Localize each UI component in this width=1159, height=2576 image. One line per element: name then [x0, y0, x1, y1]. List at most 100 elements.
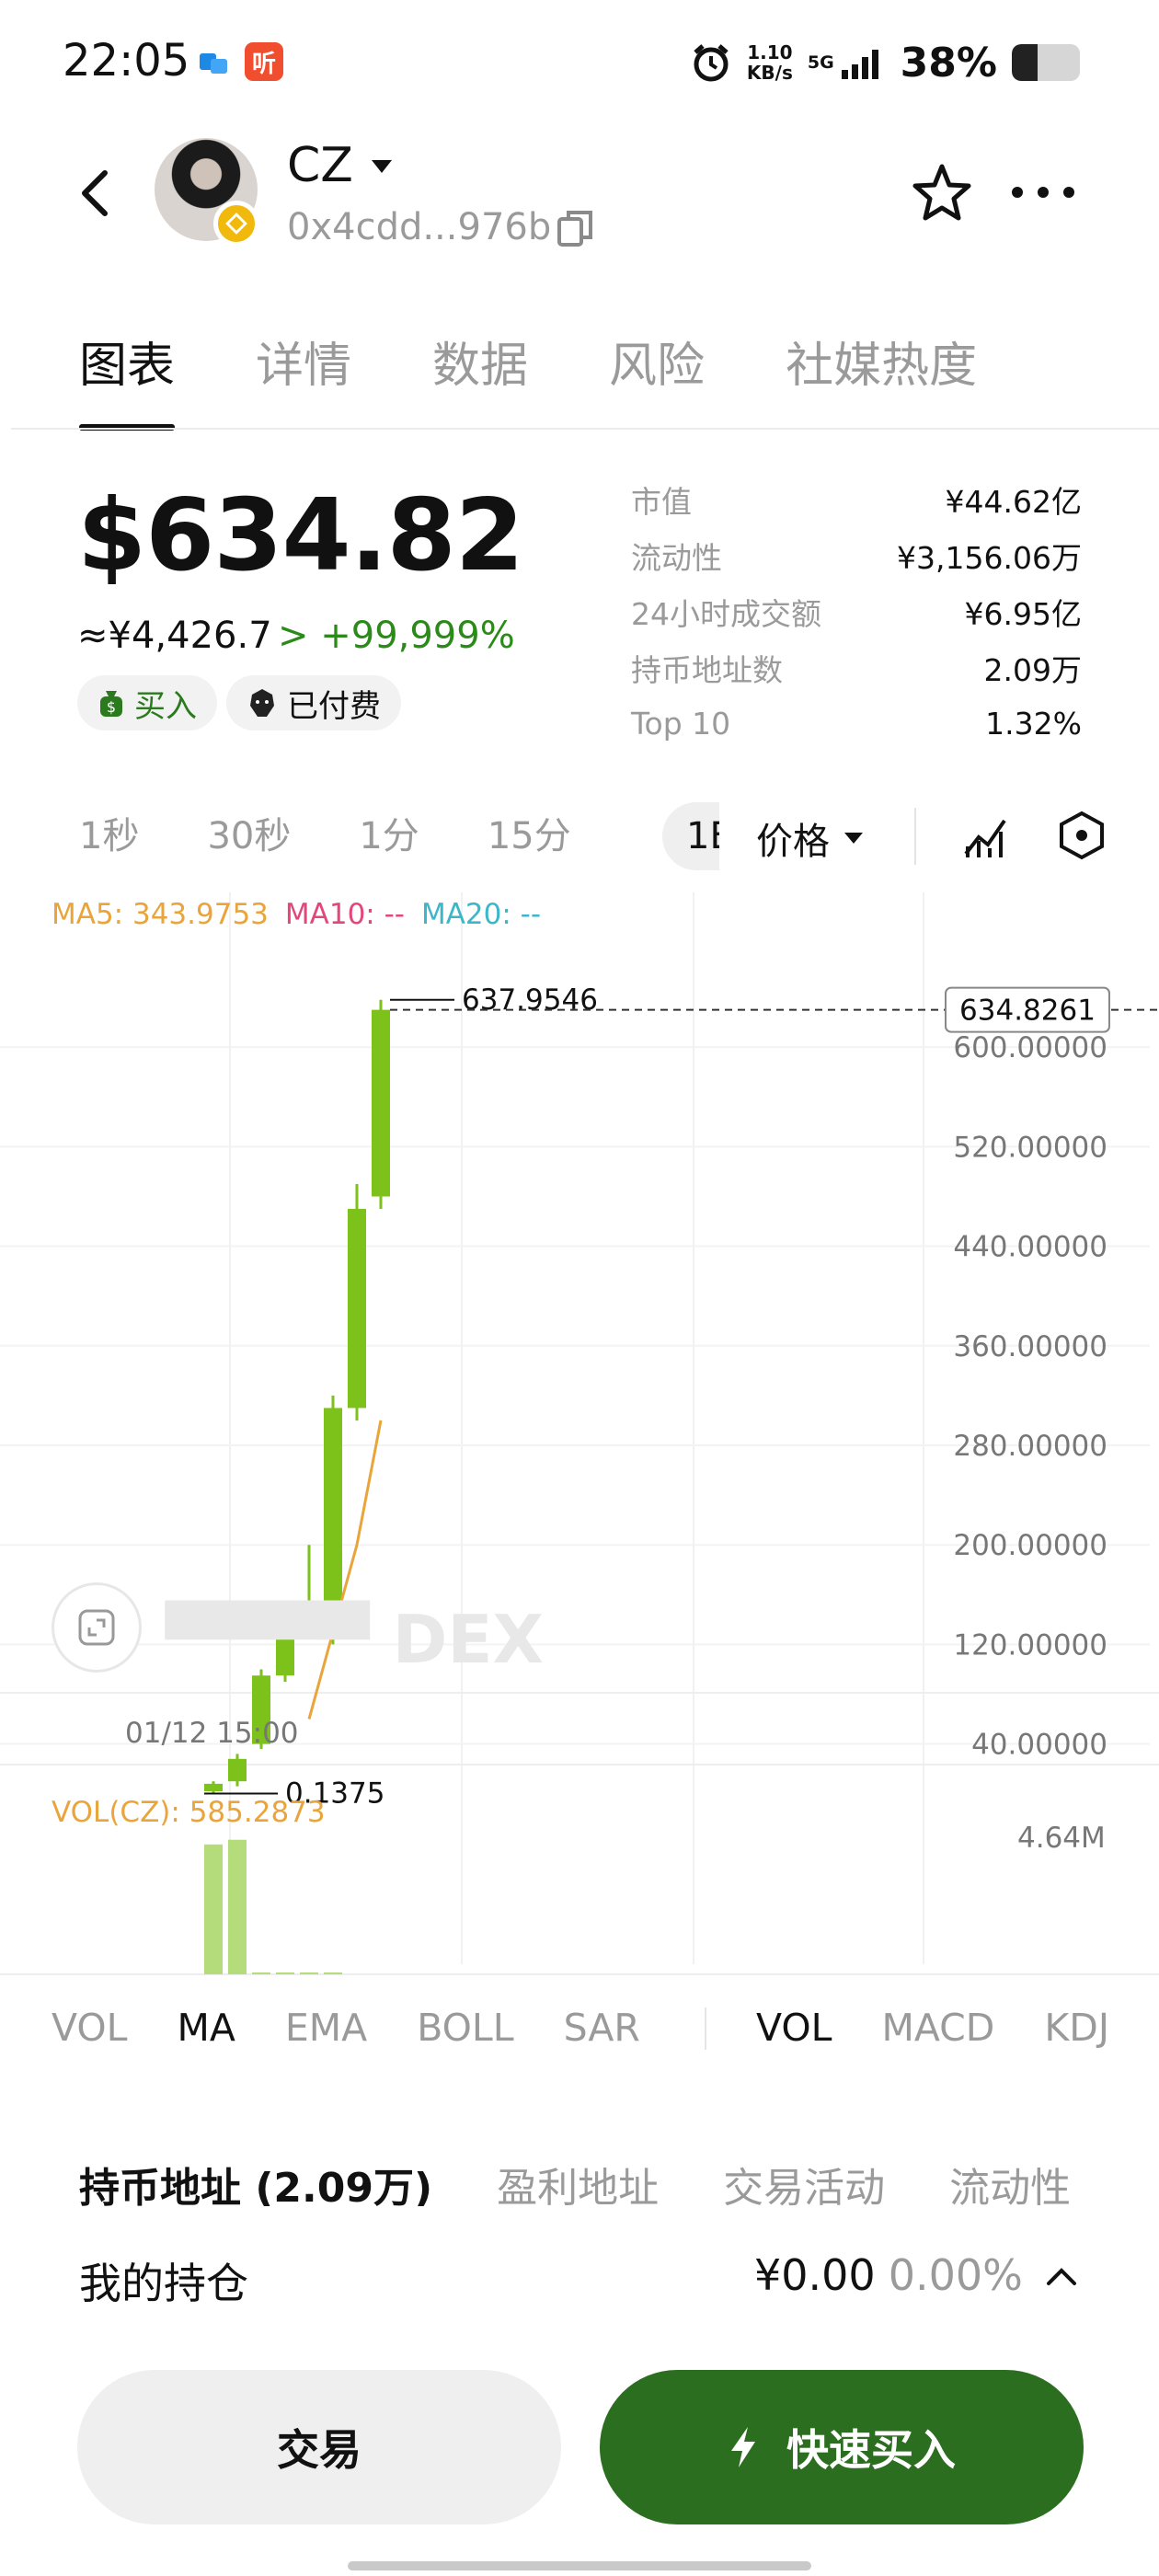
candle-body — [228, 1758, 247, 1782]
signal-label: 5G — [807, 52, 834, 73]
indicator-boll[interactable]: BOLL — [417, 2006, 513, 2050]
stat-label: Top 10 — [631, 706, 731, 742]
indicator-vol[interactable]: VOL — [52, 2006, 127, 2050]
back-arrow-icon[interactable] — [74, 166, 120, 221]
stat-label: 持币地址数 — [631, 651, 783, 688]
trade-button[interactable]: 交易 — [77, 2370, 561, 2524]
indicator-ema[interactable]: EMA — [285, 2006, 367, 2050]
buy-pill[interactable]: $ 买入 — [77, 675, 217, 730]
volume-bar — [300, 1972, 318, 1974]
x-axis-time-label: 01/12 15:00 — [125, 1717, 299, 1750]
tab-chart[interactable]: 图表 — [79, 327, 176, 431]
fullscreen-icon — [78, 1609, 115, 1646]
notification-app-icon — [200, 53, 227, 74]
battery-icon — [1012, 44, 1080, 81]
stat-volume-24h: 24小时成交额 ¥6.95亿 — [631, 583, 1082, 639]
fullscreen-button[interactable] — [52, 1582, 142, 1673]
y-axis-tick: 440.00000 — [953, 1231, 1107, 1264]
signal: 5G — [808, 44, 886, 81]
caret-down-icon[interactable] — [370, 158, 394, 175]
home-indicator — [348, 2561, 811, 2570]
tab-data[interactable]: 数据 — [432, 327, 528, 431]
main-tabs: 图表 详情 数据 风险 社媒热度 — [79, 327, 977, 431]
tab-profit-addresses[interactable]: 盈利地址 — [497, 2162, 659, 2206]
tab-liquidity[interactable]: 流动性 — [949, 2162, 1071, 2206]
settings-hex-icon[interactable] — [1056, 810, 1107, 861]
holding-value: ¥0.00 0.00% — [754, 2250, 1023, 2300]
timeframe-tabs: 1秒 30秒 1分 15分 — [79, 806, 571, 859]
stat-value: ¥6.95亿 — [964, 595, 1082, 632]
y-axis-tick: 360.00000 — [953, 1330, 1107, 1363]
money-bag-icon: $ — [100, 691, 122, 717]
holder-tabs: 持币地址 (2.09万) 盈利地址 交易活动 流动性 — [79, 2162, 1159, 2206]
status-time: 22:05 — [63, 35, 190, 86]
more-icon[interactable] — [1008, 180, 1078, 204]
stat-holders: 持币地址数 2.09万 — [631, 639, 1082, 696]
stat-top10: Top 10 1.32% — [631, 696, 1082, 752]
volume-bars — [204, 1839, 342, 1974]
timeframe-1s[interactable]: 1秒 — [79, 806, 139, 859]
chevron-up-icon[interactable] — [1043, 2261, 1080, 2289]
volume-bar — [204, 1844, 223, 1974]
indicator-chart-icon[interactable] — [960, 810, 1012, 861]
indicator-sar[interactable]: SAR — [564, 2006, 640, 2050]
token-stats: 市值 ¥44.62亿 流动性 ¥3,156.06万 24小时成交额 ¥6.95亿 持币… — [631, 471, 1082, 752]
stat-value: 1.32% — [985, 706, 1082, 742]
tab-trade-activity[interactable]: 交易活动 — [723, 2162, 885, 2206]
sub-indicator-vol[interactable]: VOL — [756, 2006, 832, 2050]
sub-indicator-macd[interactable]: MACD — [881, 2006, 994, 2050]
indicator-ma[interactable]: MA — [177, 2006, 235, 2050]
timeframe-1m[interactable]: 1分 — [359, 806, 419, 859]
svg-text:$: $ — [107, 698, 116, 716]
ma10-legend: MA10: -- — [284, 898, 405, 931]
stat-label: 市值 — [631, 483, 692, 520]
stat-value: ¥44.62亿 — [945, 483, 1082, 520]
paid-pill-label: 已付费 — [287, 687, 381, 725]
status-bar: 22:05 听 1.10 KB/s 5G 38% — [0, 0, 1159, 120]
volume-bar — [252, 1972, 270, 1974]
timeframe-15m[interactable]: 15分 — [488, 806, 571, 859]
favorite-star-icon[interactable] — [911, 162, 973, 224]
lightning-icon — [731, 2427, 755, 2467]
paid-pill[interactable]: 已付费 — [226, 675, 401, 730]
timeframe-30s[interactable]: 30秒 — [207, 806, 291, 859]
caret-down-icon — [844, 833, 863, 844]
ma20-legend: MA20: -- — [420, 898, 542, 931]
price-type-select[interactable]: 价格 — [756, 811, 865, 865]
indicator-divider — [705, 2007, 706, 2050]
candles: 637.95460.1375634.8261 — [204, 983, 1159, 1811]
notification-app-badge: 听 — [245, 42, 283, 81]
buy-pill-label: 买入 — [134, 687, 197, 725]
tab-holders[interactable]: 持币地址 (2.09万) — [79, 2162, 432, 2206]
tab-risk[interactable]: 风险 — [609, 327, 705, 431]
price-change: > +99,999% — [278, 615, 515, 657]
stat-liquidity: 流动性 ¥3,156.06万 — [631, 527, 1082, 583]
toolbar-divider — [914, 808, 916, 865]
net-speed: 1.10 KB/s — [747, 42, 793, 83]
copy-icon[interactable] — [556, 208, 596, 248]
y-axis-tick: 200.00000 — [953, 1529, 1107, 1562]
high-price-label: 637.9546 — [462, 983, 598, 1017]
volume-bar — [324, 1972, 342, 1974]
price-cny: ≈¥4,426.7 — [77, 615, 272, 657]
ma-legend: MA5: 343.9753 MA10: -- MA20: -- — [52, 898, 541, 931]
main-indicators: VOL MA EMA BOLL SAR — [52, 2006, 640, 2050]
holding-amount: ¥0.00 — [754, 2250, 876, 2300]
ma5-legend: MA5: 343.9753 — [52, 898, 269, 931]
signal-bars-icon — [841, 50, 878, 79]
stat-label: 24小时成交额 — [631, 595, 821, 632]
token-name[interactable]: CZ — [287, 138, 353, 193]
volume-bar — [276, 1972, 294, 1974]
timeframe-selected[interactable]: 1E — [662, 802, 719, 870]
stat-label: 流动性 — [631, 539, 722, 576]
current-price-tag: 634.8261 — [959, 995, 1096, 1028]
tab-details[interactable]: 详情 — [256, 327, 351, 431]
y-axis-tick: 520.00000 — [953, 1131, 1107, 1164]
quick-buy-button[interactable]: 快速买入 — [600, 2370, 1084, 2524]
battery-fill — [1012, 44, 1039, 81]
watermark-text: DEX — [392, 1601, 545, 1678]
volume-axis-value: 4.64M — [1017, 1822, 1106, 1855]
tab-social[interactable]: 社媒热度 — [786, 327, 977, 431]
battery-percent: 38% — [900, 39, 997, 86]
sub-indicator-kdj[interactable]: KDJ — [1044, 2006, 1109, 2050]
